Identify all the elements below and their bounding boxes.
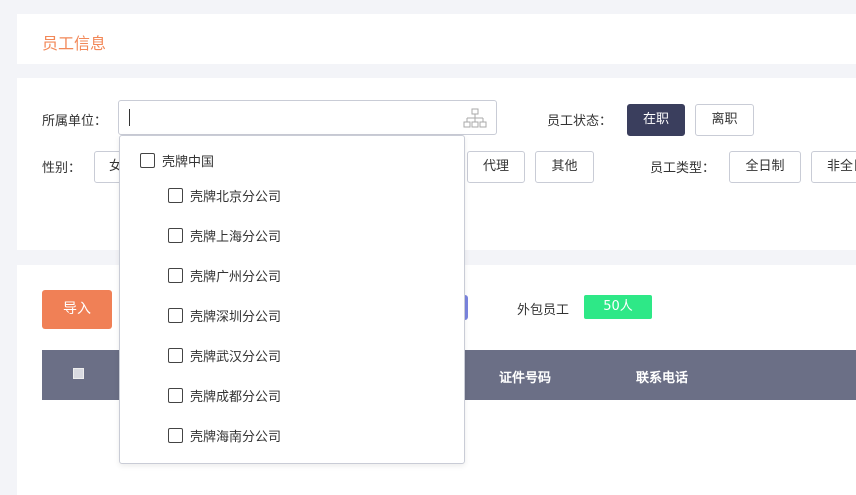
tree-node-label: 壳牌广州分公司 <box>190 269 282 285</box>
tree-node-label: 壳牌成都分公司 <box>190 389 282 405</box>
tree-node-label: 壳牌中国 <box>162 154 215 170</box>
outsourced-count-badge: 50人 <box>584 295 652 319</box>
checkbox[interactable] <box>168 187 183 203</box>
tree-node-root[interactable]: 壳牌中国 <box>140 150 214 170</box>
tree-node-label: 壳牌武汉分公司 <box>190 349 282 365</box>
text-caret <box>129 109 130 126</box>
checkbox[interactable] <box>168 227 183 243</box>
tree-node-shenzhen[interactable]: 壳牌深圳分公司 <box>168 305 281 325</box>
import-button[interactable]: 导入 <box>42 290 112 329</box>
status-resigned-button[interactable]: 离职 <box>695 104 754 136</box>
tree-node-label: 壳牌深圳分公司 <box>190 309 282 325</box>
page-title: 员工信息 <box>42 34 107 53</box>
column-id-number[interactable]: 证件号码 <box>499 367 551 386</box>
unit-label: 所属单位： <box>42 114 108 129</box>
outsourced-label: 外包员工 <box>517 303 570 318</box>
checkbox[interactable] <box>168 387 183 403</box>
fulltime-button[interactable]: 全日制 <box>729 151 801 183</box>
tree-node-label: 壳牌海南分公司 <box>190 429 282 445</box>
parttime-button[interactable]: 非全日 <box>811 151 856 183</box>
checkbox[interactable] <box>168 347 183 363</box>
unit-dropdown: 壳牌中国 壳牌北京分公司 壳牌上海分公司 壳牌广州分公司 壳牌深圳分公司 壳牌武… <box>119 135 465 464</box>
tree-node-chengdu[interactable]: 壳牌成都分公司 <box>168 385 281 405</box>
org-tree-icon[interactable] <box>463 108 487 130</box>
status-active-button[interactable]: 在职 <box>627 104 685 136</box>
tree-node-hainan[interactable]: 壳牌海南分公司 <box>168 425 281 445</box>
tree-node-wuhan[interactable]: 壳牌武汉分公司 <box>168 345 281 365</box>
type-agent-button[interactable]: 代理 <box>467 151 525 183</box>
status-label: 员工状态： <box>547 114 613 129</box>
column-phone[interactable]: 联系电话 <box>636 367 688 386</box>
tree-node-shanghai[interactable]: 壳牌上海分公司 <box>168 225 281 245</box>
header-card: 员工信息 <box>17 14 856 64</box>
tree-node-label: 壳牌北京分公司 <box>190 189 282 205</box>
checkbox[interactable] <box>168 427 183 443</box>
tree-node-guangzhou[interactable]: 壳牌广州分公司 <box>168 265 281 285</box>
employee-type-label: 员工类型： <box>650 161 716 176</box>
checkbox[interactable] <box>140 152 155 168</box>
tree-node-label: 壳牌上海分公司 <box>190 229 282 245</box>
select-all-checkbox[interactable] <box>73 368 84 379</box>
checkbox[interactable] <box>168 307 183 323</box>
type-other-button[interactable]: 其他 <box>535 151 594 183</box>
checkbox[interactable] <box>168 267 183 283</box>
gender-label: 性别： <box>42 161 82 176</box>
unit-select[interactable] <box>118 100 497 135</box>
tree-node-beijing[interactable]: 壳牌北京分公司 <box>168 185 281 205</box>
